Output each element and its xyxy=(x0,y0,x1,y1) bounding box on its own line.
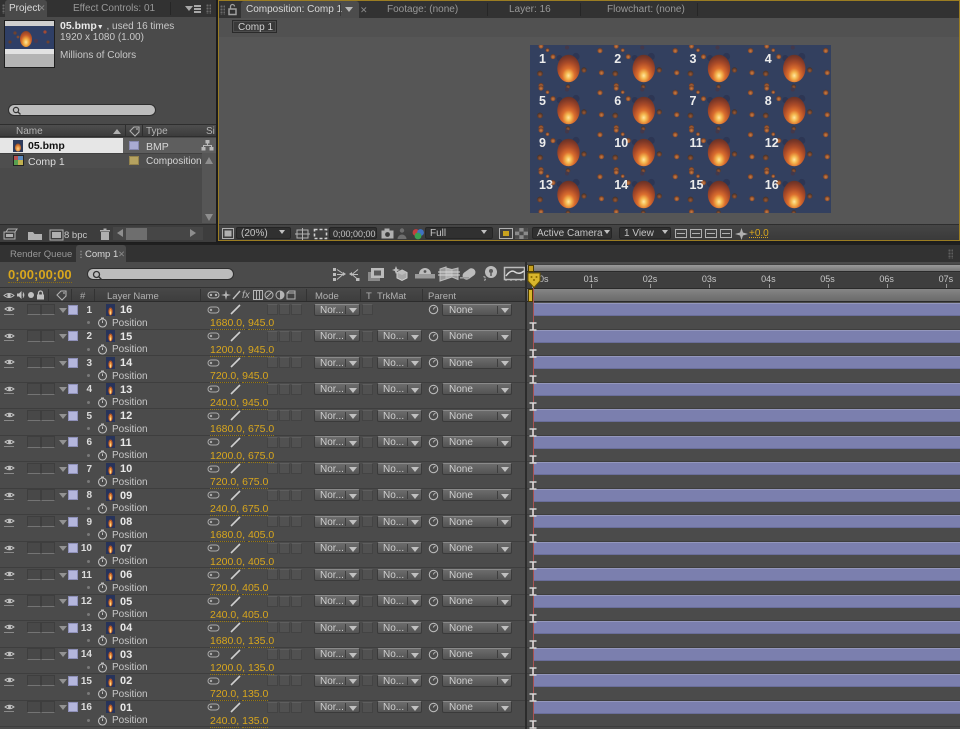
svg-text:2: 2 xyxy=(614,52,621,66)
svg-text:7: 7 xyxy=(690,94,697,108)
svg-text:3: 3 xyxy=(690,52,697,66)
svg-text:6: 6 xyxy=(614,94,621,108)
svg-text:10: 10 xyxy=(614,136,628,150)
svg-text:14: 14 xyxy=(614,178,628,192)
svg-text:4: 4 xyxy=(765,52,772,66)
svg-text:13: 13 xyxy=(539,178,553,192)
svg-text:12: 12 xyxy=(765,136,779,150)
svg-text:11: 11 xyxy=(690,136,703,150)
svg-text:16: 16 xyxy=(765,178,779,192)
svg-text:8: 8 xyxy=(765,94,772,108)
svg-text:5: 5 xyxy=(539,94,546,108)
svg-text:15: 15 xyxy=(690,178,704,192)
svg-text:1: 1 xyxy=(539,52,546,66)
svg-text:9: 9 xyxy=(539,136,546,150)
